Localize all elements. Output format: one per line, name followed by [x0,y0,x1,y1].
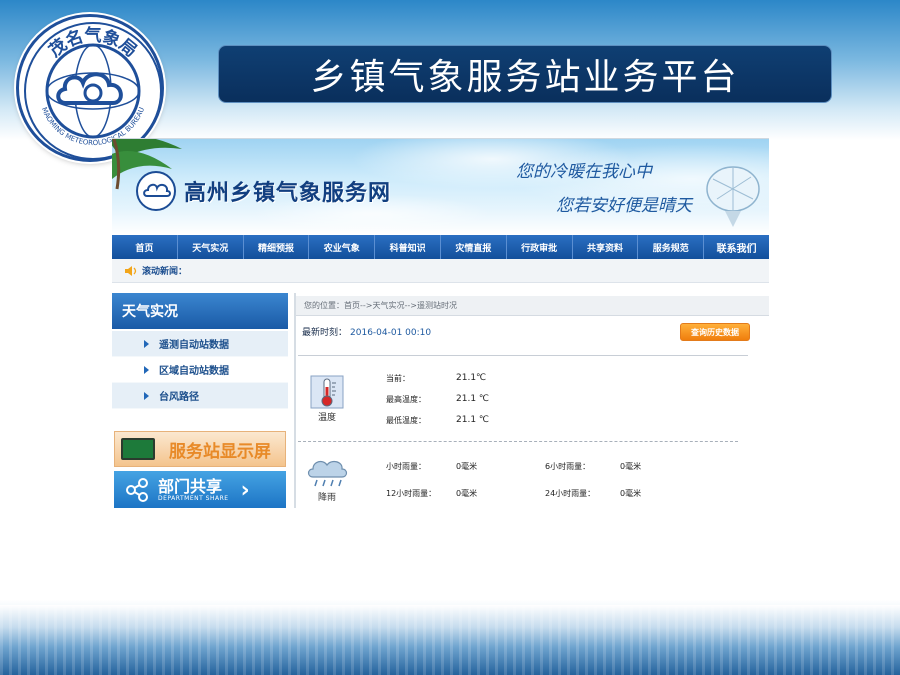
latest-time-label: 最新时刻： [302,328,348,338]
sidebar-item-label: 台风路径 [159,392,199,403]
arrow-right-icon [144,365,149,374]
hour-rain-value: 0毫米 [456,462,478,471]
radar-dish-icon [706,166,760,227]
bottom-wave-decoration [0,605,900,675]
nav-science[interactable]: 科普知识 [375,235,441,259]
nav-weather-live[interactable]: 天气实况 [178,235,244,259]
nav-disaster-report[interactable]: 灾情直报 [441,235,507,259]
nav-service-spec[interactable]: 服务规范 [638,235,705,259]
department-share-banner[interactable]: 部门共享 DEPARTMENT SHARE › [114,471,286,508]
latest-time-value: 2016-04-01 00:10 [350,328,432,338]
current-temp-label: 当前： [386,374,410,383]
sidebar-item-regional-station[interactable]: 区域自动站数据 [112,357,288,382]
nav-home[interactable]: 首页 [112,235,178,259]
dashed-divider [298,441,738,442]
column-divider [294,293,296,508]
max-temp-label: 最高温度： [386,395,426,404]
slogan-line-1: 您的冷暖在我心中 [516,162,652,182]
nav-fine-forecast[interactable]: 精细预报 [244,235,310,259]
temperature-label: 温度 [318,413,337,423]
site-logo-icon[interactable] [136,171,176,211]
slide-title-banner: 乡镇气象服务站业务平台 [218,45,832,103]
nav-shared-data[interactable]: 共享资料 [573,235,639,259]
sidebar-item-label: 遥测自动站数据 [159,340,229,351]
breadcrumb[interactable]: 您的位置：首页-->天气实况-->遥测站时况 [296,296,769,316]
sidebar-item-telemetry-station[interactable]: 遥测自动站数据 [112,331,288,356]
speaker-icon [125,265,137,276]
max-temp-value: 21.1 ℃ [456,394,490,404]
hour-rain-label: 小时雨量： [386,462,426,471]
slide-title: 乡镇气象服务站业务平台 [310,57,740,98]
site-header: 高州乡镇气象服务网 您的冷暖在我心中 您若安好便是晴天 [112,139,769,235]
6h-rain-value: 0毫米 [620,462,642,471]
banner-share-text: 部门共享 DEPARTMENT SHARE [158,476,229,502]
query-history-button[interactable]: 查询历史数据 [680,323,750,341]
sidebar-list: 遥测自动站数据 区域自动站数据 台风路径 [112,331,288,409]
nav-admin-approval[interactable]: 行政审批 [507,235,573,259]
website-screenshot: 高州乡镇气象服务网 您的冷暖在我心中 您若安好便是晴天 首页 天气实况 精细预报… [112,138,769,508]
6h-rain-label: 6小时雨量： [545,462,591,471]
rain-label: 降雨 [318,493,337,503]
rain-cloud-icon [307,460,348,487]
chevron-right-icon: › [240,477,250,503]
news-ticker: 滚动新闻： [112,259,769,283]
banner-screen-label: 服务站显示屏 [169,441,271,462]
site-title[interactable]: 高州乡镇气象服务网 [184,175,391,207]
thermometer-icon [310,375,344,409]
monitor-icon [121,438,155,460]
arrow-right-icon [144,339,149,348]
min-temp-label: 最低温度： [386,416,426,425]
current-temp-value: 21.1℃ [456,373,487,383]
banner-share-en: DEPARTMENT SHARE [158,494,229,502]
latest-time-row: 最新时刻： 2016-04-01 00:10 [302,325,431,338]
arrow-right-icon [144,391,149,400]
sidebar-item-typhoon-path[interactable]: 台风路径 [112,383,288,408]
site-nav-bar: 首页 天气实况 精细预报 农业气象 科普知识 灾情直报 行政审批 共享资料 服务… [112,235,769,259]
share-nodes-icon [126,478,148,502]
ticker-label: 滚动新闻： [142,267,188,277]
24h-rain-value: 0毫米 [620,489,642,498]
banner-share-label: 部门共享 [158,476,223,496]
12h-rain-value: 0毫米 [456,489,478,498]
sidebar-heading: 天气实况 [112,293,288,329]
nav-contact[interactable]: 联系我们 [704,235,769,259]
24h-rain-label: 24小时雨量： [545,489,596,498]
min-temp-value: 21.1 ℃ [456,415,490,425]
sidebar-item-label: 区域自动站数据 [159,366,229,377]
nav-agri-weather[interactable]: 农业气象 [309,235,376,259]
service-station-screen-banner[interactable]: 服务站显示屏 [114,431,286,467]
12h-rain-label: 12小时雨量： [386,489,437,498]
slogan-line-2: 您若安好便是晴天 [556,196,692,216]
divider [298,355,748,356]
